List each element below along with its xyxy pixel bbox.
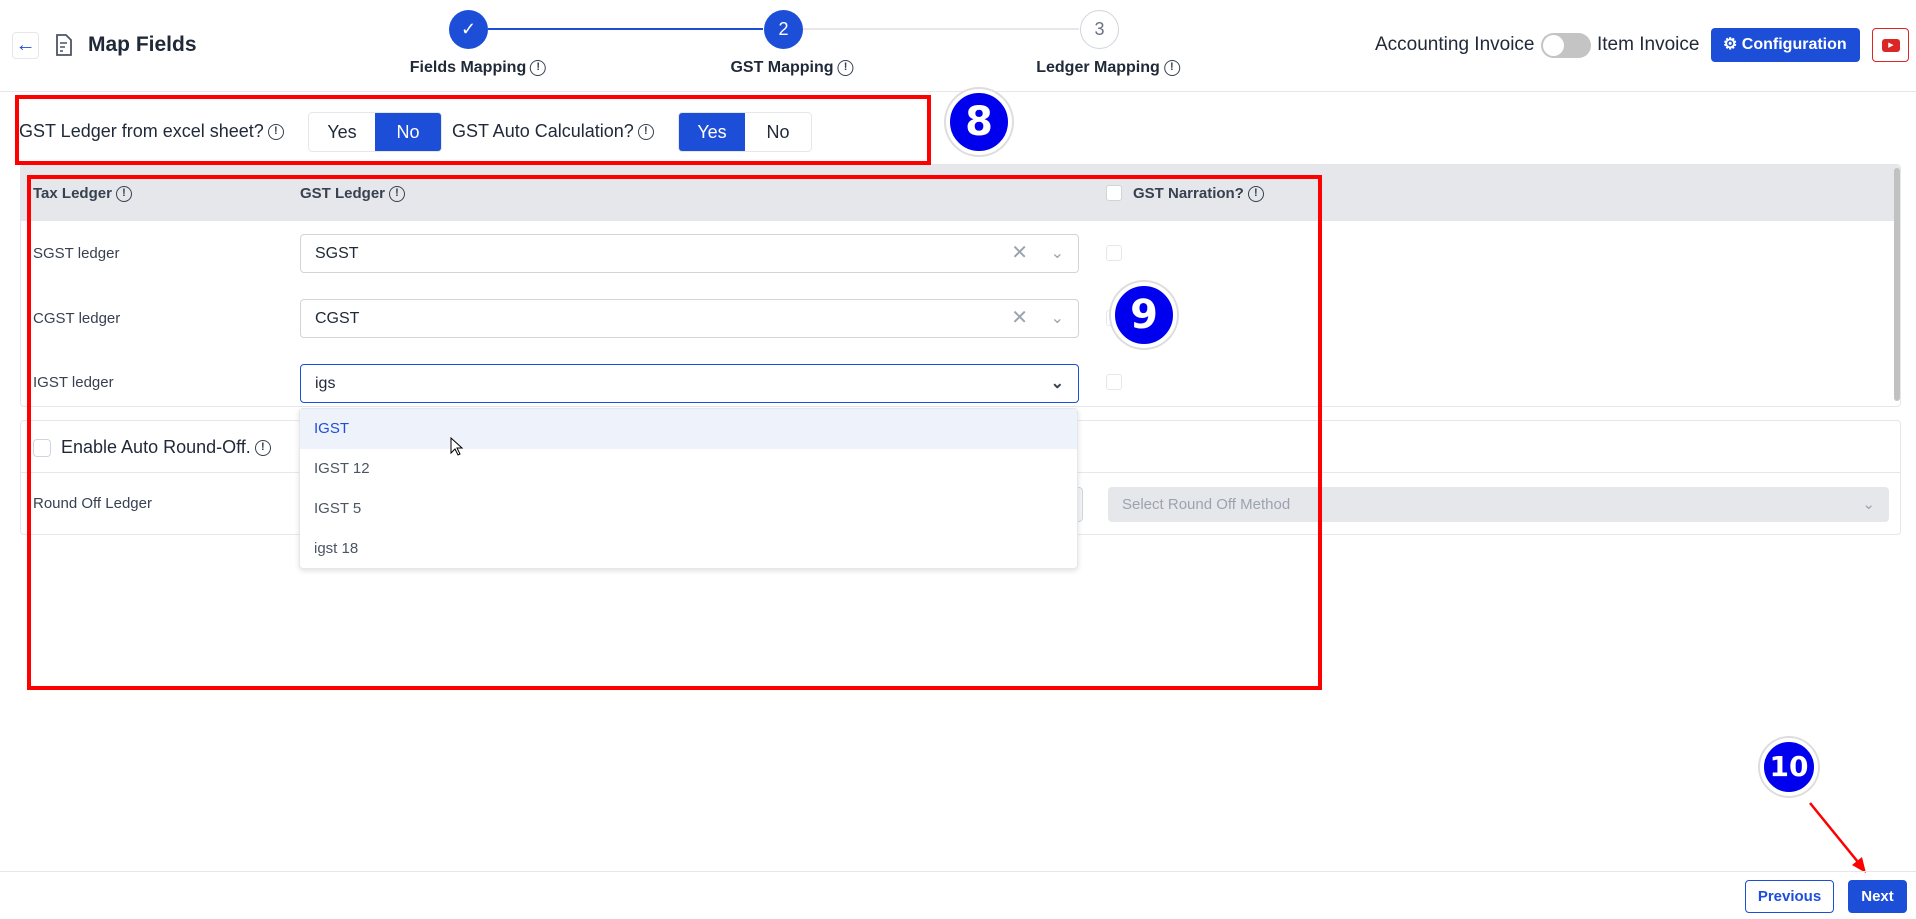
arrow-left-icon: ← [15,34,36,56]
toggle-left-label: Accounting Invoice [1375,34,1535,55]
youtube-icon: ▶ [1882,39,1900,52]
annotation-box-9 [27,175,1322,690]
step-connector-done [488,28,763,30]
youtube-button[interactable]: ▶ [1872,28,1909,62]
chevron-down-icon: ⌄ [1862,496,1875,513]
header: ← Map Fields ✓ 2 3 Fields Mapping! GST M… [0,0,1916,92]
step-1-circle[interactable]: ✓ [449,10,488,49]
scrollbar[interactable] [1894,168,1900,401]
page-title: Map Fields [88,33,197,56]
step-3-label: Ledger Mapping! [1036,59,1180,77]
info-icon: ! [530,59,547,76]
check-icon: ✓ [460,19,477,39]
back-button[interactable]: ← [12,32,39,59]
annotation-box-8 [15,95,931,165]
previous-button[interactable]: Previous [1745,880,1834,913]
annotation-badge-9: 9 [1111,282,1177,348]
step-connector [803,28,1079,30]
gear-icon: ⚙ [1723,36,1738,53]
annotation-arrow [1809,802,1866,873]
footer-divider [0,871,1916,872]
step-2-circle[interactable]: 2 [764,10,803,49]
step-3-circle[interactable]: 3 [1080,10,1119,49]
configuration-button[interactable]: ⚙ Configuration [1711,28,1860,62]
step-1-label: Fields Mapping! [410,59,547,77]
invoice-type-toggle[interactable] [1541,33,1591,58]
toggle-knob [1543,35,1564,56]
step-2-label: GST Mapping! [730,59,854,77]
info-icon: ! [1163,59,1180,76]
annotation-badge-10: 10 [1760,738,1818,796]
document-edit-icon [56,34,72,56]
annotation-badge-8: 8 [946,89,1012,155]
toggle-right-label: Item Invoice [1597,34,1700,55]
info-icon: ! [837,59,854,76]
next-button[interactable]: Next [1848,880,1907,913]
